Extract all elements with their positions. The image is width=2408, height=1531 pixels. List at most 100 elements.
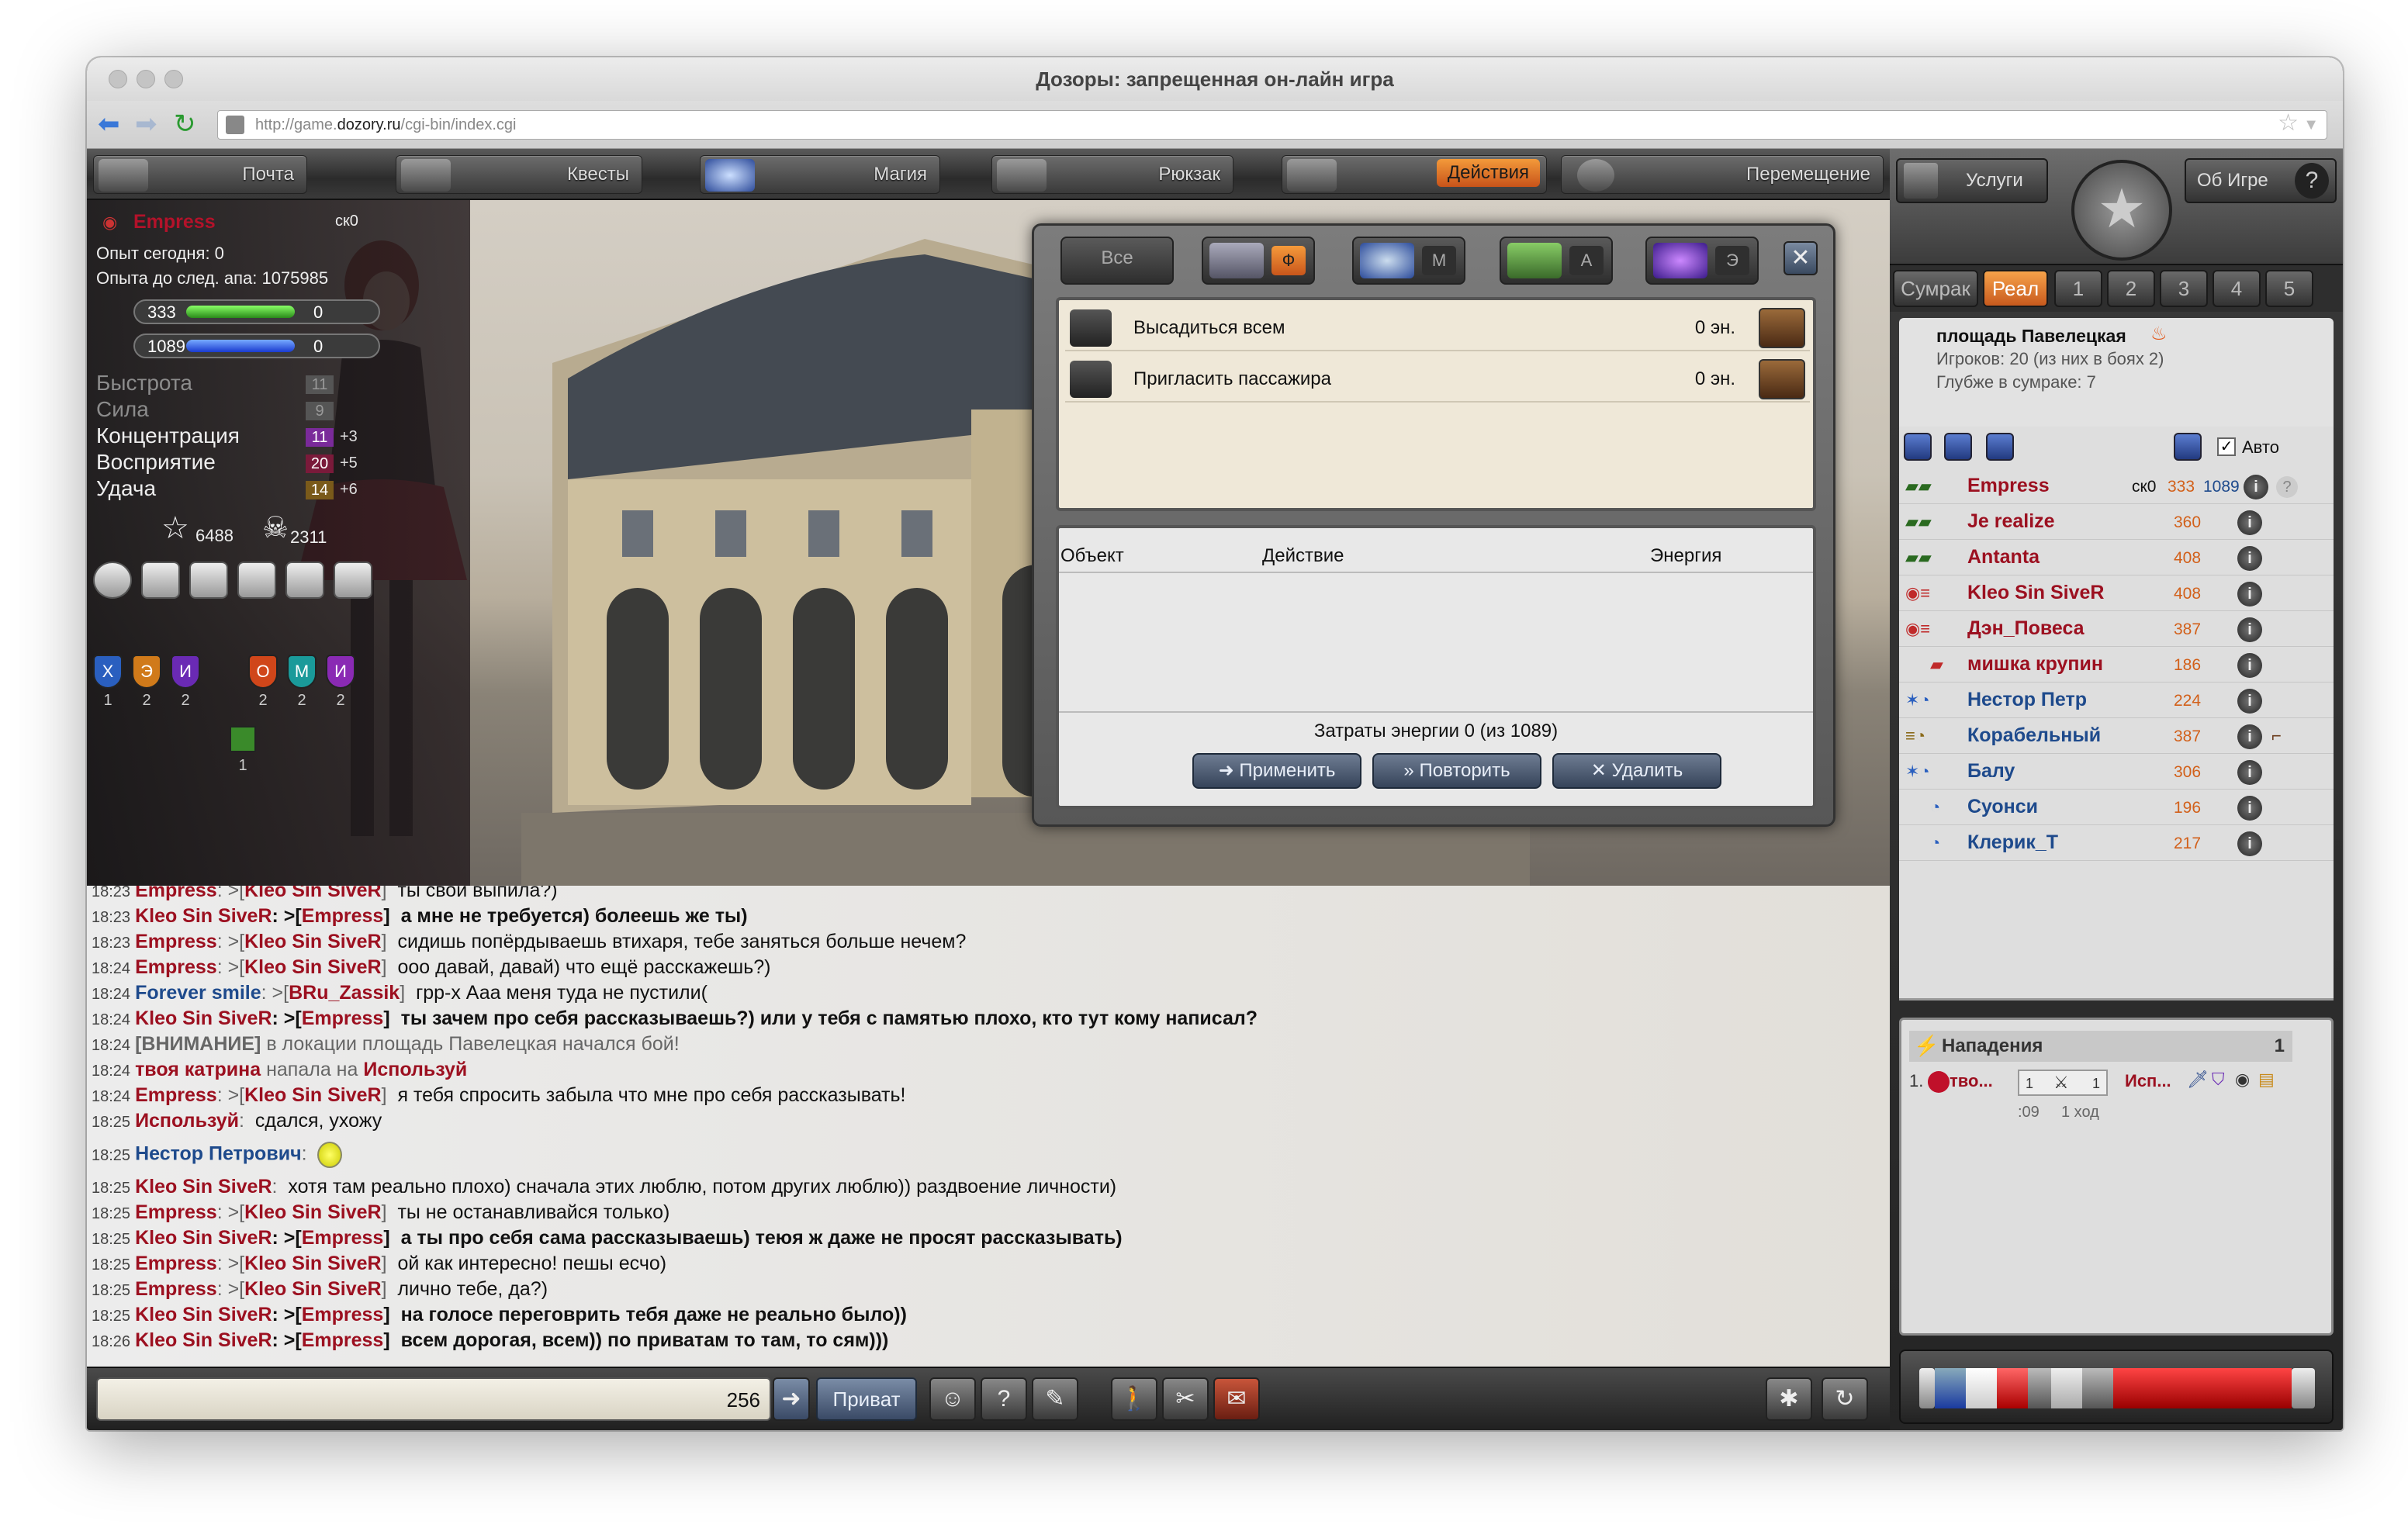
refresh-icon[interactable] [2174, 433, 2202, 461]
bookmark-star-icon[interactable]: ☆ [2278, 109, 2299, 137]
hourglass-icon[interactable] [189, 562, 228, 599]
info-icon[interactable]: i [2237, 689, 2262, 714]
backpack-icon [997, 159, 1047, 192]
chat-message: 18:25 Empress: >[Kleo Sin SiveR] ты не ос… [92, 1201, 670, 1223]
apply-label: Применить [1239, 760, 1336, 781]
player-row[interactable]: ◔ Клерик_Т 217 i [1899, 825, 2334, 861]
info-icon[interactable]: i [2237, 510, 2262, 535]
apply-button[interactable]: ➜ Применить [1192, 753, 1361, 789]
delete-button[interactable]: ✕ Удалить [1552, 753, 1721, 789]
question-icon[interactable]: ? [2276, 476, 2298, 498]
back-arrow-icon[interactable]: ⬅ [98, 109, 120, 140]
nav-movement-button[interactable]: Перемещение [1561, 155, 1884, 194]
tab-artifacts[interactable]: А [1500, 237, 1613, 285]
tab-twilight[interactable]: Сумрак [1893, 270, 1978, 307]
shield-count: 2 [258, 692, 268, 709]
reload-icon[interactable]: ↻ [174, 109, 196, 140]
trophy-icon[interactable] [334, 562, 372, 599]
scroll-icon [401, 159, 451, 192]
tab-level-5[interactable]: 5 [2265, 270, 2313, 307]
nav-quests-button[interactable]: Квесты [396, 155, 642, 194]
info-icon[interactable]: i [2237, 724, 2262, 749]
walk-button[interactable]: 🚶 [1111, 1377, 1157, 1421]
tab-level-2[interactable]: 2 [2107, 270, 2155, 307]
moon-icon[interactable] [1944, 433, 1972, 461]
group-icon: ◔ [1930, 833, 1941, 852]
send-arrow-button[interactable]: ➜ [773, 1377, 810, 1421]
player-row[interactable]: ✶◔ Балу 306 i [1899, 754, 2334, 790]
tab-level-1[interactable]: 1 [2054, 270, 2102, 307]
player-row[interactable]: ≡◔ Корабельный 387 i ⌐ [1899, 718, 2334, 754]
info-icon[interactable]: i [2237, 760, 2262, 785]
about-game-button[interactable]: Об Игре? [2185, 158, 2337, 203]
info-icon[interactable]: i [2244, 475, 2268, 499]
nav-actions-label: Действия [1436, 159, 1540, 187]
action-fist-button[interactable] [1759, 359, 1805, 399]
tab-level-4[interactable]: 4 [2213, 270, 2261, 307]
attack-mail-button[interactable]: ✉ [1213, 1377, 1260, 1421]
attack-row[interactable]: 1. тво... 1 ⚔ 1 Исп... 🗡 ⛉ ◉ ▤ :09 1 ход [1909, 1068, 2313, 1138]
player-row[interactable]: ◉≡ Kleo Sin SiveR 408 i [1899, 575, 2334, 611]
tab-level-3[interactable]: 3 [2160, 270, 2208, 307]
tab-real[interactable]: Реал [1983, 270, 2048, 307]
tab-all[interactable]: Все [1060, 237, 1174, 285]
info-icon[interactable]: i [2237, 653, 2262, 678]
action-fist-button[interactable] [1759, 308, 1805, 348]
close-window-button[interactable] [109, 70, 127, 88]
info-icon[interactable]: i [2237, 796, 2262, 821]
info-icon[interactable]: i [2237, 831, 2262, 856]
minimize-window-button[interactable] [137, 70, 155, 88]
shield-icon[interactable] [1986, 433, 2014, 461]
sort-alpha-icon[interactable] [1904, 433, 1932, 461]
private-button[interactable]: Приват [816, 1377, 917, 1421]
action-row[interactable]: Пригласить пассажира 0 эн. [1065, 356, 1810, 403]
tools-icon[interactable] [285, 562, 324, 599]
shield-icon: М [287, 655, 317, 689]
bug-button[interactable]: ✱ [1766, 1377, 1812, 1421]
player-row[interactable]: ◔ Суонси 196 i [1899, 790, 2334, 825]
services-label: Услуги [1966, 170, 2023, 191]
close-dialog-button[interactable]: ✕ [1784, 241, 1818, 275]
forward-arrow-icon[interactable]: ➡ [135, 109, 157, 140]
auto-checkbox[interactable]: ✓ [2217, 437, 2236, 456]
action-row[interactable]: Высадиться всем 0 эн. [1065, 305, 1810, 351]
url-prefix: http://game. [255, 116, 337, 133]
info-icon[interactable]: i [2237, 582, 2262, 607]
nav-backpack-button[interactable]: Рюкзак [991, 155, 1233, 194]
skull-icon: ☠ [262, 512, 289, 544]
player-row[interactable]: ▰ мишка крупин 186 i [1899, 647, 2334, 683]
tab-physical[interactable]: Ф [1202, 237, 1315, 285]
info-icon[interactable]: i [2237, 546, 2262, 571]
smiley-button[interactable]: ☺ [929, 1377, 976, 1421]
notes-button[interactable]: ✎ [1032, 1377, 1078, 1421]
nav-actions-button[interactable]: Действия [1282, 155, 1547, 194]
info-icon[interactable]: i [2237, 617, 2262, 642]
player-row[interactable]: ▰▰ Je realize 360 i [1899, 504, 2334, 540]
mask-icon[interactable] [93, 562, 132, 599]
player-row[interactable]: ◉≡ Дэн_Повеса 387 i [1899, 611, 2334, 647]
tab-elixirs[interactable]: Э [1645, 237, 1759, 285]
tab-magic[interactable]: М [1352, 237, 1465, 285]
dropdown-arrow-icon[interactable]: ▼ [2303, 111, 2319, 139]
url-field[interactable]: http://game.dozory.ru/cgi-bin/index.cgi … [217, 110, 2327, 140]
shield-count: 1 [103, 692, 112, 709]
services-button[interactable]: Услуги [1896, 158, 2048, 203]
exit-door-icon[interactable] [230, 726, 256, 752]
question-icon: ? [997, 1386, 1011, 1412]
chat-input[interactable]: 256 [96, 1377, 771, 1421]
scissors-button[interactable]: ✂ [1162, 1377, 1209, 1421]
player-row[interactable]: ✶◔ Нестор Петр 224 i [1899, 683, 2334, 718]
notes-icon[interactable] [237, 562, 276, 599]
chat-toolbar: 256 ➜ Приват ☺ ? ✎ 🚶 ✂ ✉ ✱ ↻ [87, 1367, 1890, 1430]
tab-physical-letter: Ф [1271, 246, 1306, 275]
repeat-button[interactable]: » Повторить [1372, 753, 1541, 789]
id-card-icon[interactable] [141, 562, 180, 599]
nav-magic-button[interactable]: Магия [700, 155, 940, 194]
help-button[interactable]: ? [981, 1377, 1027, 1421]
player-row[interactable]: ▰▰ Empress ск0 333 1089 i? [1899, 468, 2334, 504]
player-row[interactable]: ▰▰ Antanta 408 i [1899, 540, 2334, 575]
nav-mail-button[interactable]: Почта [93, 155, 307, 194]
refresh-button[interactable]: ↻ [1822, 1377, 1868, 1421]
character-name[interactable]: Empress [133, 211, 216, 233]
zoom-window-button[interactable] [164, 70, 183, 88]
